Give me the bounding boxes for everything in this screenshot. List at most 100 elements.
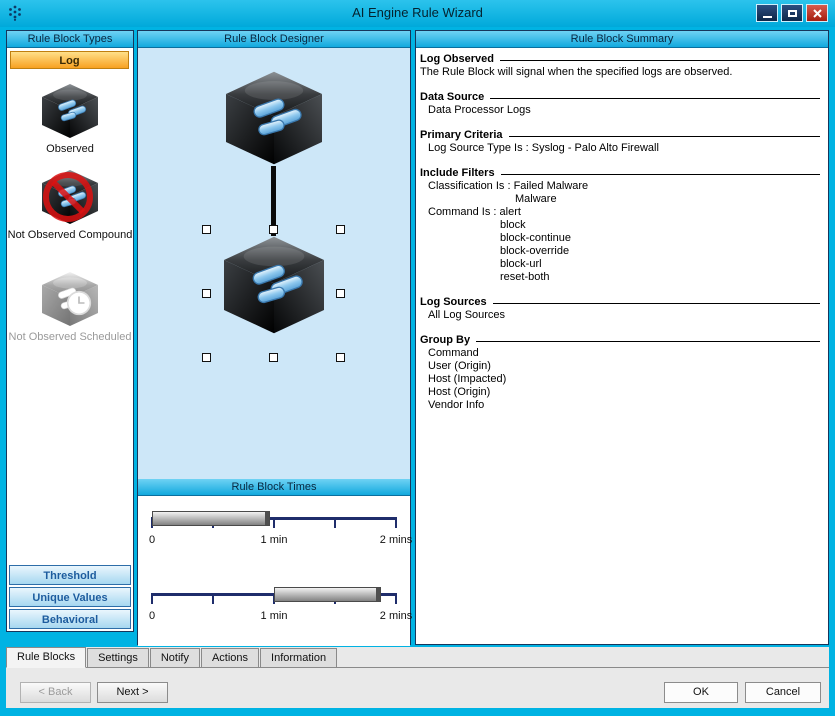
slider-label: 2 mins <box>380 610 412 622</box>
selection-handle[interactable] <box>336 225 345 234</box>
selection-handle[interactable] <box>336 353 345 362</box>
summary-line: Host (Origin) <box>416 386 822 399</box>
section-rule-line <box>490 98 820 99</box>
not-observed-scheduled-type-button[interactable] <box>39 271 101 327</box>
section-title: Log Observed <box>416 53 822 66</box>
summary-body: Log Observed The Rule Block will signal … <box>416 48 828 412</box>
window-title: AI Engine Rule Wizard <box>0 5 835 20</box>
section-title-text: Data Source <box>420 91 484 104</box>
summary-line: Malware <box>416 193 822 206</box>
slider-label: 2 mins <box>380 534 412 546</box>
slider-label: 0 <box>149 610 155 622</box>
rule-block-summary-panel: Rule Block Summary Log Observed The Rule… <box>415 30 829 645</box>
maximize-button[interactable] <box>781 4 803 22</box>
summary-section-data-source: Data Source Data Processor Logs <box>416 91 822 117</box>
summary-line: block <box>416 219 822 232</box>
summary-line: Classification Is : Failed Malware <box>416 180 822 193</box>
unique-values-category-button[interactable]: Unique Values <box>9 587 131 607</box>
window-controls <box>756 4 828 22</box>
designer-canvas[interactable] <box>138 48 410 479</box>
summary-section-log-sources: Log Sources All Log Sources <box>416 296 822 322</box>
observed-type-button[interactable] <box>39 83 101 139</box>
cancel-button[interactable]: Cancel <box>745 682 821 703</box>
section-rule-line <box>501 174 820 175</box>
behavioral-category-button[interactable]: Behavioral <box>9 609 131 629</box>
rule-block-types-panel: Rule Block Types Log Observed Not Observ… <box>6 30 134 632</box>
section-title-text: Include Filters <box>420 167 495 180</box>
maximize-icon <box>788 10 797 17</box>
log-category-button[interactable]: Log <box>10 51 129 69</box>
not-observed-compound-type-button[interactable] <box>39 169 101 225</box>
slider-tick <box>151 593 153 604</box>
summary-line: block-override <box>416 245 822 258</box>
tab-actions[interactable]: Actions <box>201 648 259 667</box>
summary-line: Log Source Type Is : Syslog - Palo Alto … <box>416 142 822 155</box>
not-observed-scheduled-type-label: Not Observed Scheduled <box>7 331 133 343</box>
slider-tick <box>212 593 214 604</box>
rule-block-designer-header: Rule Block Designer <box>138 31 410 48</box>
section-title-text: Primary Criteria <box>420 129 503 142</box>
slider-range-bar[interactable] <box>274 587 381 602</box>
summary-section-include-filters: Include Filters Classification Is : Fail… <box>416 167 822 284</box>
ai-engine-rule-wizard-window: AI Engine Rule Wizard Rule Block Types L… <box>0 0 835 716</box>
rule-block-times-header: Rule Block Times <box>138 479 410 496</box>
selection-handle[interactable] <box>202 225 211 234</box>
rule-block-summary-header: Rule Block Summary <box>416 31 828 48</box>
slider-range-bar[interactable] <box>152 511 270 526</box>
summary-line: Command <box>416 347 822 360</box>
selection-handle[interactable] <box>269 225 278 234</box>
summary-section-log-observed: Log Observed The Rule Block will signal … <box>416 53 822 79</box>
rule-block-types-header: Rule Block Types <box>7 31 133 48</box>
section-rule-line <box>493 303 820 304</box>
not-observed-compound-type-label: Not Observed Compound <box>7 229 133 241</box>
selected-rule-block-cube[interactable] <box>218 235 330 335</box>
time-slider-1[interactable]: 0 1 min 2 mins <box>152 510 396 554</box>
section-title: Primary Criteria <box>416 129 822 142</box>
slider-label: 0 <box>149 534 155 546</box>
tab-notify[interactable]: Notify <box>150 648 200 667</box>
section-title-text: Log Observed <box>420 53 494 66</box>
section-title: Log Sources <box>416 296 822 309</box>
section-rule-line <box>500 60 820 61</box>
slider-thumb[interactable] <box>265 512 269 525</box>
slider-tick <box>395 593 397 604</box>
selection-handle[interactable] <box>202 289 211 298</box>
back-button[interactable]: < Back <box>20 682 91 703</box>
summary-line: Command Is : alert <box>416 206 822 219</box>
close-button[interactable] <box>806 4 828 22</box>
titlebar: AI Engine Rule Wizard <box>0 0 835 27</box>
tab-information[interactable]: Information <box>260 648 337 667</box>
threshold-category-button[interactable]: Threshold <box>9 565 131 585</box>
summary-line: User (Origin) <box>416 360 822 373</box>
rule-block-cube[interactable] <box>220 70 328 166</box>
slider-tick <box>334 517 336 528</box>
cube-icon <box>39 83 101 139</box>
summary-line: Vendor Info <box>416 399 822 412</box>
summary-line: block-url <box>416 258 822 271</box>
summary-line: reset-both <box>416 271 822 284</box>
tab-settings[interactable]: Settings <box>87 648 149 667</box>
prohibited-icon <box>39 169 101 225</box>
next-button[interactable]: Next > <box>97 682 168 703</box>
close-icon <box>813 9 822 18</box>
section-rule-line <box>509 136 820 137</box>
observed-type-label: Observed <box>7 143 133 155</box>
selection-handle[interactable] <box>202 353 211 362</box>
summary-section-primary-criteria: Primary Criteria Log Source Type Is : Sy… <box>416 129 822 155</box>
minimize-button[interactable] <box>756 4 778 22</box>
rule-block-designer-panel: Rule Block Designer Rule Block Times <box>137 30 411 645</box>
slider-tick <box>395 517 397 528</box>
summary-line: block-continue <box>416 232 822 245</box>
bottom-strip: Rule Blocks Settings Notify Actions Info… <box>6 647 829 708</box>
section-title: Include Filters <box>416 167 822 180</box>
summary-line: The Rule Block will signal when the spec… <box>416 66 822 79</box>
slider-label: 1 min <box>261 610 288 622</box>
section-title: Data Source <box>416 91 822 104</box>
slider-thumb[interactable] <box>376 588 380 601</box>
selection-handle[interactable] <box>269 353 278 362</box>
time-slider-2[interactable]: 0 1 min 2 mins <box>152 586 396 630</box>
tab-rule-blocks[interactable]: Rule Blocks <box>6 647 86 668</box>
ok-button[interactable]: OK <box>664 682 738 703</box>
summary-line: Data Processor Logs <box>416 104 822 117</box>
selection-handle[interactable] <box>336 289 345 298</box>
